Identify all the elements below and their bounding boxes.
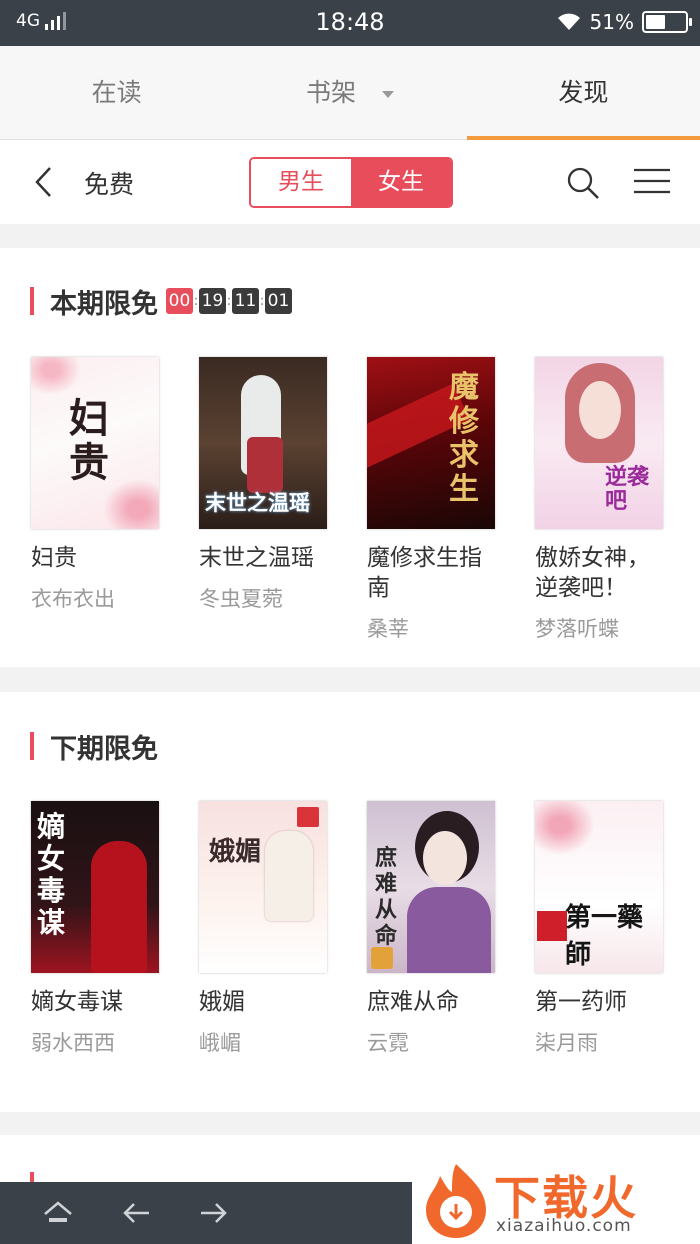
tab-reading[interactable]: 在读 [0, 46, 233, 139]
segment-female[interactable]: 女生 [351, 159, 451, 206]
cover-title: 庶难从命 [375, 845, 398, 949]
cover-title: 娥媚 [209, 837, 262, 867]
flame-logo-icon [426, 1164, 486, 1238]
countdown-hours: 19 [199, 288, 226, 314]
book-title: 嫡女毒谋 [31, 989, 123, 1015]
book-title: 庶难从命 [367, 989, 459, 1015]
book-card[interactable]: 魔修求生 魔修求生指南 桑莘 [367, 357, 535, 643]
forward-arrow-icon[interactable] [198, 1198, 230, 1228]
gender-toggle[interactable]: 男生 女生 [249, 157, 453, 208]
book-list: 妇贵 妇贵 衣布衣出 末世之温瑶 末世之温瑶 冬虫夏菀 魔修求生 魔修求生指南 … [31, 357, 700, 643]
cover-title: 妇贵 [69, 395, 109, 486]
wifi-icon [557, 13, 580, 30]
book-author: 弱水西西 [31, 1031, 115, 1055]
battery-icon [642, 11, 692, 33]
book-cover[interactable]: 娥媚 [199, 801, 327, 973]
book-cover[interactable]: 逆袭吧 [535, 357, 663, 529]
book-list: 嫡女毒谋 嫡女毒谋 弱水西西 娥媚 娥媚 峨嵋 庶难从命 庶难从命 云霓 第一藥… [31, 801, 700, 1057]
tab-bookshelf[interactable]: 书架 [233, 46, 466, 139]
home-icon[interactable] [42, 1198, 74, 1228]
book-author: 柒月雨 [535, 1031, 598, 1055]
book-title: 魔修求生指南 [367, 545, 482, 601]
countdown-minutes: 11 [232, 288, 259, 314]
status-bar: 4G 18:48 51% [0, 0, 700, 46]
tab-discover[interactable]: 发现 [466, 46, 700, 140]
section-accent-bar [30, 287, 34, 315]
watermark-url: xiazaihuo.com [496, 1216, 632, 1236]
cover-title: 魔修求生 [449, 370, 479, 507]
book-card[interactable]: 第一藥師 第一药师 柒月雨 [535, 801, 700, 1057]
countdown-timer: 00 : 19 : 11 : 01 [166, 288, 292, 314]
cover-title: 逆袭吧 [605, 464, 650, 514]
book-cover[interactable]: 末世之温瑶 [199, 357, 327, 529]
book-cover[interactable]: 妇贵 [31, 357, 159, 529]
top-tabs: 在读 书架 发现 [0, 46, 700, 140]
book-author: 桑莘 [367, 617, 409, 641]
book-title: 妇贵 [31, 545, 77, 571]
book-title: 第一药师 [535, 989, 627, 1015]
book-cover[interactable]: 第一藥師 [535, 801, 663, 973]
book-card[interactable]: 妇贵 妇贵 衣布衣出 [31, 357, 199, 643]
book-author: 云霓 [367, 1031, 409, 1055]
page-title: 免费 [84, 170, 135, 199]
book-card[interactable]: 末世之温瑶 末世之温瑶 冬虫夏菀 [199, 357, 367, 643]
section-title: 本期限免 [50, 288, 158, 320]
book-cover[interactable]: 魔修求生 [367, 357, 495, 529]
cover-title: 嫡女毒谋 [37, 810, 66, 939]
cover-title: 第一藥師 [565, 903, 644, 970]
menu-icon[interactable] [634, 168, 670, 196]
browser-toolbar [0, 1182, 412, 1244]
section-title: 下期限免 [50, 733, 158, 765]
book-author: 衣布衣出 [31, 587, 115, 611]
book-title: 娥媚 [199, 989, 245, 1015]
search-icon[interactable] [566, 166, 600, 200]
book-title: 傲娇女神，逆袭吧！ [535, 545, 650, 601]
section-current-free: 本期限免 00 : 19 : 11 : 01 妇贵 妇贵 衣布衣出 末世之温瑶 [0, 248, 700, 667]
book-author: 梦落听蝶 [535, 617, 619, 641]
back-arrow-icon[interactable] [120, 1198, 152, 1228]
section-accent-bar [30, 732, 34, 760]
countdown-days: 00 [166, 288, 193, 314]
back-arrow-icon[interactable] [30, 165, 60, 199]
book-author: 冬虫夏菀 [199, 587, 283, 611]
section-header: 本期限免 00 : 19 : 11 : 01 [30, 286, 292, 320]
countdown-seconds: 01 [265, 288, 292, 314]
section-header: 下期限免 [30, 731, 158, 765]
section-next-free: 下期限免 嫡女毒谋 嫡女毒谋 弱水西西 娥媚 娥媚 峨嵋 庶难从命 庶难从命 云… [0, 692, 700, 1112]
book-cover[interactable]: 嫡女毒谋 [31, 801, 159, 973]
watermark: 下载火 xiazaihuo.com [412, 1152, 700, 1244]
book-card[interactable]: 逆袭吧 傲娇女神，逆袭吧！ 梦落听蝶 [535, 357, 700, 643]
book-author: 峨嵋 [199, 1031, 241, 1055]
book-card[interactable]: 嫡女毒谋 嫡女毒谋 弱水西西 [31, 801, 199, 1057]
battery-percent: 51% [589, 10, 634, 34]
cover-title: 末世之温瑶 [205, 490, 310, 515]
book-cover[interactable]: 庶难从命 [367, 801, 495, 973]
chevron-down-icon [382, 90, 394, 98]
book-card[interactable]: 庶难从命 庶难从命 云霓 [367, 801, 535, 1057]
page-header: 免费 男生 女生 [0, 140, 700, 224]
book-card[interactable]: 娥媚 娥媚 峨嵋 [199, 801, 367, 1057]
segment-male[interactable]: 男生 [251, 159, 351, 206]
book-title: 末世之温瑶 [199, 545, 314, 571]
